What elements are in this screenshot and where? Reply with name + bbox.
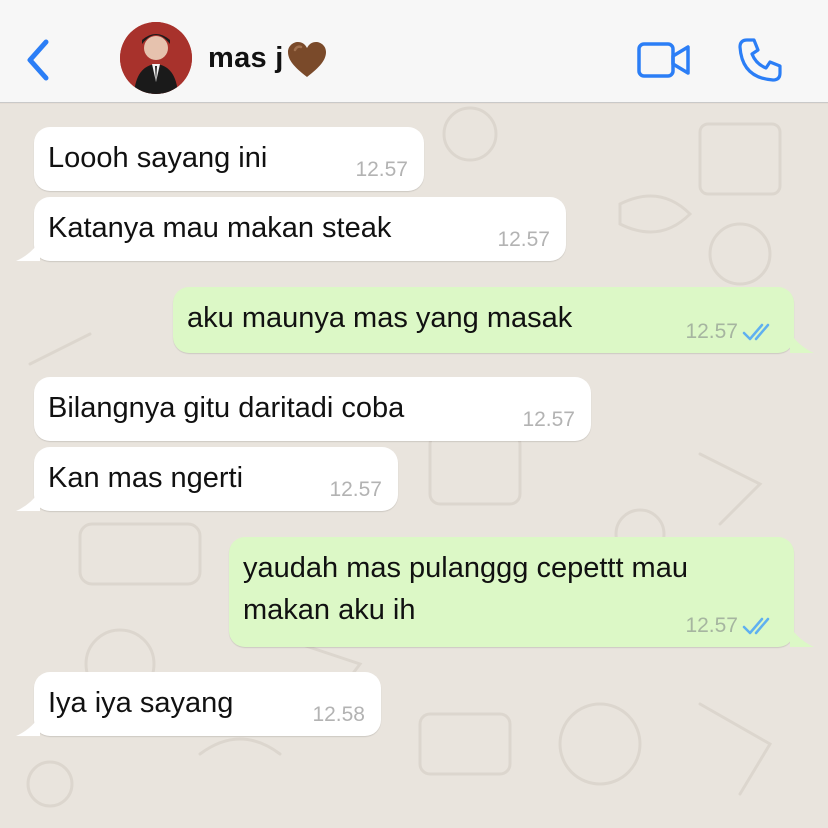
message-text: Iya iya sayang (48, 687, 234, 719)
message-text: Kan mas ngerti (48, 462, 244, 494)
message-time: 12.57 (685, 320, 738, 343)
contact-name[interactable]: mas j (208, 42, 284, 75)
voice-call-button[interactable] (736, 36, 784, 84)
chat-area[interactable]: Loooh sayang ini 12.57 Katanya mau makan… (0, 104, 828, 828)
chat-header: mas j (0, 0, 828, 103)
bubble-tail (16, 241, 40, 261)
message-time: 12.57 (497, 228, 550, 251)
bubble-tail (790, 333, 814, 353)
message-time: 12.57 (522, 408, 575, 431)
phone-icon (738, 38, 782, 82)
incoming-message[interactable]: Loooh sayang ini 12.57 (34, 127, 424, 191)
outgoing-message[interactable]: aku maunya mas yang masak 12.57 (173, 287, 794, 353)
read-receipt-icon (742, 617, 770, 635)
message-text: aku maunya mas yang masak (187, 302, 573, 334)
incoming-message[interactable]: Katanya mau makan steak 12.57 (34, 197, 566, 261)
bubble-tail (16, 716, 40, 736)
incoming-message[interactable]: Bilangnya gitu daritadi coba 12.57 (34, 377, 591, 441)
back-button[interactable] (20, 36, 56, 84)
message-time: 12.57 (329, 478, 382, 501)
message-time: 12.57 (355, 158, 408, 181)
chevron-left-icon (27, 39, 49, 81)
avatar[interactable] (120, 22, 192, 94)
incoming-message[interactable]: Iya iya sayang 12.58 (34, 672, 381, 736)
read-receipt-icon (742, 323, 770, 341)
video-camera-icon (637, 42, 690, 78)
video-call-button[interactable] (636, 40, 692, 80)
message-time: 12.57 (685, 614, 738, 637)
message-text: Loooh sayang ini (48, 142, 268, 174)
message-time: 12.58 (312, 703, 365, 726)
message-text: Bilangnya gitu daritadi coba (48, 392, 405, 424)
brown-heart-icon (288, 42, 326, 77)
message-text-line: yaudah mas pulanggg cepettt mau (243, 552, 688, 584)
message-text: Katanya mau makan steak (48, 212, 392, 244)
bubble-tail (790, 627, 814, 647)
incoming-message[interactable]: Kan mas ngerti 12.57 (34, 447, 398, 511)
outgoing-message[interactable]: yaudah mas pulanggg cepettt mau makan ak… (229, 537, 794, 647)
bubble-tail (16, 491, 40, 511)
